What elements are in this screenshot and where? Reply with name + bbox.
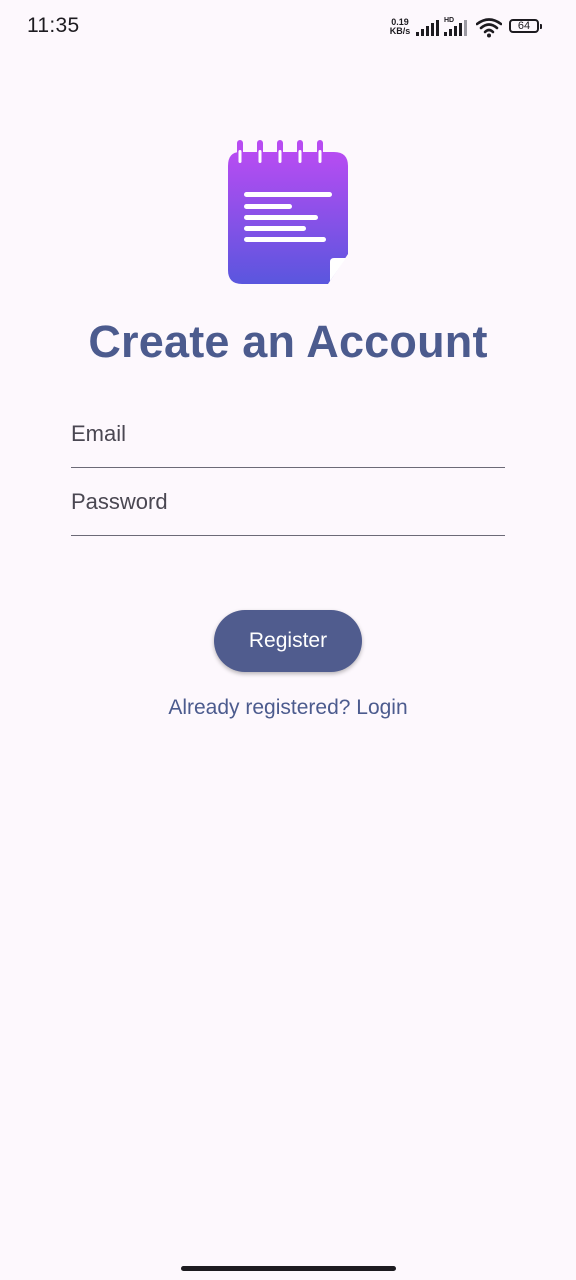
home-indicator[interactable] — [181, 1266, 396, 1271]
status-time: 11:35 — [27, 14, 80, 37]
login-link[interactable]: Already registered? Login — [0, 696, 576, 720]
network-speed-unit: KB/s — [389, 26, 411, 36]
register-screen: 11:35 0.19 KB/s HD 64 Create an Account … — [0, 0, 576, 1280]
status-bar: 11:35 0.19 KB/s HD 64 — [0, 0, 576, 58]
notepad-icon — [228, 140, 348, 284]
wifi-icon — [476, 18, 502, 38]
password-field[interactable] — [71, 468, 505, 536]
password-input[interactable] — [71, 486, 505, 518]
register-button[interactable]: Register — [214, 610, 362, 672]
signal-icon — [416, 20, 439, 36]
network-speed: 0.19 KB/s — [386, 18, 414, 36]
battery-icon: 64 — [509, 19, 542, 33]
email-field[interactable] — [71, 400, 505, 468]
email-input[interactable] — [71, 418, 505, 450]
battery-level: 64 — [517, 20, 531, 32]
signal-hd-icon — [444, 20, 467, 36]
page-title: Create an Account — [88, 316, 488, 367]
status-icons: 0.19 KB/s HD 64 — [386, 16, 546, 40]
